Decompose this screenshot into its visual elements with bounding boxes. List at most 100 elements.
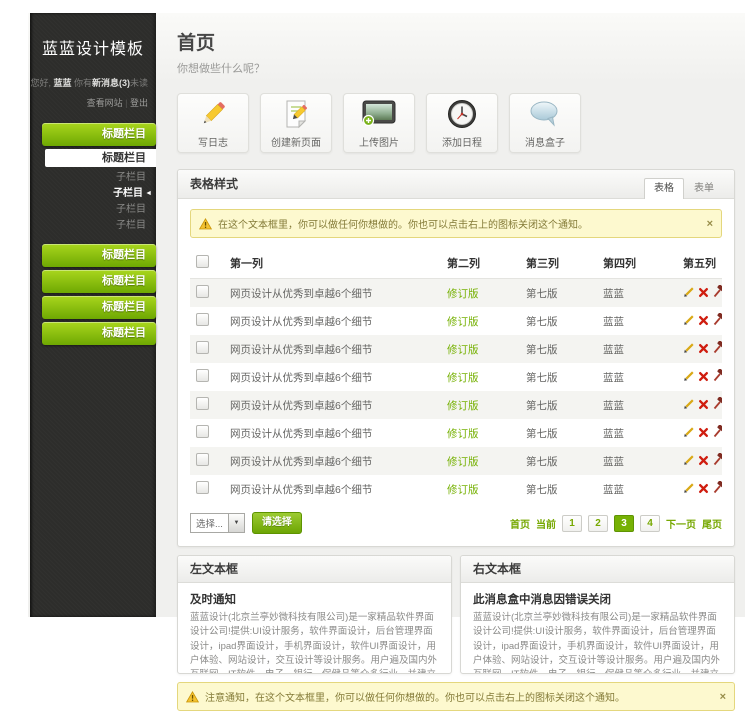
revision-link[interactable]: 修订版: [447, 288, 479, 300]
pager-link[interactable]: 尾页: [702, 516, 722, 531]
revision-link[interactable]: 修订版: [447, 484, 479, 496]
quick-action-label: 创建新页面: [271, 134, 321, 149]
delete-icon[interactable]: [698, 287, 709, 301]
pager-page-button[interactable]: 2: [588, 515, 608, 532]
delete-icon[interactable]: [698, 399, 709, 413]
sidebar-item-label: 标题栏目: [102, 301, 146, 313]
row-checkbox[interactable]: [196, 481, 209, 494]
quick-action-label: 添加日程: [442, 134, 482, 149]
quick-action-button[interactable]: 添加日程: [426, 93, 498, 153]
cell-author: 蓝蓝: [599, 447, 679, 475]
edit-pencil-icon[interactable]: [683, 370, 695, 385]
pager-page-button[interactable]: 1: [562, 515, 582, 532]
chevron-down-icon: ▼: [228, 514, 244, 532]
edit-pencil-icon[interactable]: [683, 482, 695, 497]
quick-action-button[interactable]: 创建新页面: [260, 93, 332, 153]
delete-icon[interactable]: [698, 427, 709, 441]
delete-icon[interactable]: [698, 315, 709, 329]
column-header: 第三列: [522, 248, 599, 279]
hammer-icon[interactable]: [712, 425, 722, 441]
edit-pencil-icon[interactable]: [683, 398, 695, 413]
row-checkbox[interactable]: [196, 397, 209, 410]
revision-link[interactable]: 修订版: [447, 400, 479, 412]
cell-edition: 第七版: [522, 307, 599, 335]
view-site-link[interactable]: 查看网站: [87, 98, 123, 108]
pager-page-button[interactable]: 4: [640, 515, 660, 532]
right-text-panel: 右文本框 此消息盒中消息因错误关闭 蓝蓝设计(北京兰亭妙微科技有限公司)是一家精…: [460, 555, 735, 674]
sidebar-section-item[interactable]: 标题栏目: [42, 270, 156, 293]
revision-link[interactable]: 修订版: [447, 316, 479, 328]
sidebar-section-item[interactable]: 标题栏目: [42, 244, 156, 267]
cell-title: 网页设计从优秀到卓越6个细节: [226, 447, 443, 475]
row-checkbox[interactable]: [196, 313, 209, 326]
pager-link[interactable]: 当前: [536, 516, 556, 531]
cell-edition: 第七版: [522, 419, 599, 447]
quick-action-button[interactable]: 消息盒子: [509, 93, 581, 153]
row-checkbox[interactable]: [196, 453, 209, 466]
row-actions: [679, 475, 722, 503]
hammer-icon[interactable]: [712, 341, 722, 357]
revision-link[interactable]: 修订版: [447, 456, 479, 468]
close-icon[interactable]: ×: [707, 217, 713, 231]
row-actions: [679, 279, 722, 308]
cell-edition: 第七版: [522, 279, 599, 308]
right-panel-heading: 此消息盒中消息因错误关闭: [473, 591, 722, 607]
main-content: 首页 你想做些什么呢？ 写日志创建新页面上传图片添加日程消息盒子 表格样式 表格…: [177, 13, 735, 711]
quick-action-button[interactable]: 写日志: [177, 93, 249, 153]
hammer-icon[interactable]: [712, 285, 722, 301]
row-actions: [679, 307, 722, 335]
bulk-action-select[interactable]: 选择... ▼: [190, 513, 245, 533]
table-row: 网页设计从优秀到卓越6个细节修订版第七版蓝蓝: [190, 363, 722, 391]
sidebar-item-label: 标题栏目: [102, 128, 146, 140]
table-panel-header: 表格样式 表格表单: [178, 170, 734, 199]
row-checkbox[interactable]: [196, 425, 209, 438]
close-icon[interactable]: ×: [720, 690, 726, 704]
hammer-icon[interactable]: [712, 397, 722, 413]
select-all-checkbox[interactable]: [196, 255, 209, 268]
quick-action-label: 消息盒子: [525, 134, 565, 149]
data-table: 第一列第二列第三列第四列第五列网页设计从优秀到卓越6个细节修订版第七版蓝蓝网页设…: [190, 248, 722, 503]
quick-action-label: 写日志: [198, 134, 228, 149]
link-divider: |: [125, 98, 127, 108]
quick-action-button[interactable]: 上传图片: [343, 93, 415, 153]
left-panel-text: 蓝蓝设计(北京兰亭妙微科技有限公司)是一家精品软件界面设计公司!提供:UI设计服…: [190, 611, 439, 674]
hammer-icon[interactable]: [712, 313, 722, 329]
edit-pencil-icon[interactable]: [683, 342, 695, 357]
panel-tab[interactable]: 表格: [644, 178, 684, 199]
edit-pencil-icon[interactable]: [683, 286, 695, 301]
delete-icon[interactable]: [698, 483, 709, 497]
pager-link[interactable]: 首页: [510, 516, 530, 531]
revision-link[interactable]: 修订版: [447, 428, 479, 440]
sidebar-section-item[interactable]: 标题栏目: [42, 123, 156, 146]
delete-icon[interactable]: [698, 371, 709, 385]
edit-pencil-icon[interactable]: [683, 454, 695, 469]
logout-link[interactable]: 登出: [130, 98, 148, 108]
sidebar-sub-item[interactable]: 子栏目: [42, 202, 156, 218]
pager-link[interactable]: 下一页: [666, 516, 696, 531]
row-checkbox[interactable]: [196, 341, 209, 354]
delete-icon[interactable]: [698, 343, 709, 357]
apply-button[interactable]: 请选择: [252, 512, 302, 534]
hammer-icon[interactable]: [712, 481, 722, 497]
delete-icon[interactable]: [698, 455, 709, 469]
sidebar-section-item[interactable]: 标题栏目: [42, 322, 156, 345]
hammer-icon[interactable]: [712, 453, 722, 469]
hammer-icon[interactable]: [712, 369, 722, 385]
revision-link[interactable]: 修订版: [447, 344, 479, 356]
column-header: 第一列: [226, 248, 443, 279]
sidebar-sub-item[interactable]: 子栏目: [42, 170, 156, 186]
panel-tab[interactable]: 表单: [684, 178, 724, 199]
sidebar-sub-item[interactable]: 子栏目: [42, 218, 156, 234]
edit-pencil-icon[interactable]: [683, 426, 695, 441]
sidebar-section-item[interactable]: 标题栏目: [45, 149, 156, 167]
clock-icon: [447, 98, 477, 130]
app-title: 蓝蓝设计模板: [34, 35, 152, 59]
pager-page-button[interactable]: 3: [614, 515, 634, 532]
edit-pencil-icon[interactable]: [683, 314, 695, 329]
cell-author: 蓝蓝: [599, 419, 679, 447]
revision-link[interactable]: 修订版: [447, 372, 479, 384]
sidebar-sub-item[interactable]: 子栏目◄: [42, 186, 156, 202]
row-checkbox[interactable]: [196, 285, 209, 298]
sidebar-section-item[interactable]: 标题栏目: [42, 296, 156, 319]
row-checkbox[interactable]: [196, 369, 209, 382]
